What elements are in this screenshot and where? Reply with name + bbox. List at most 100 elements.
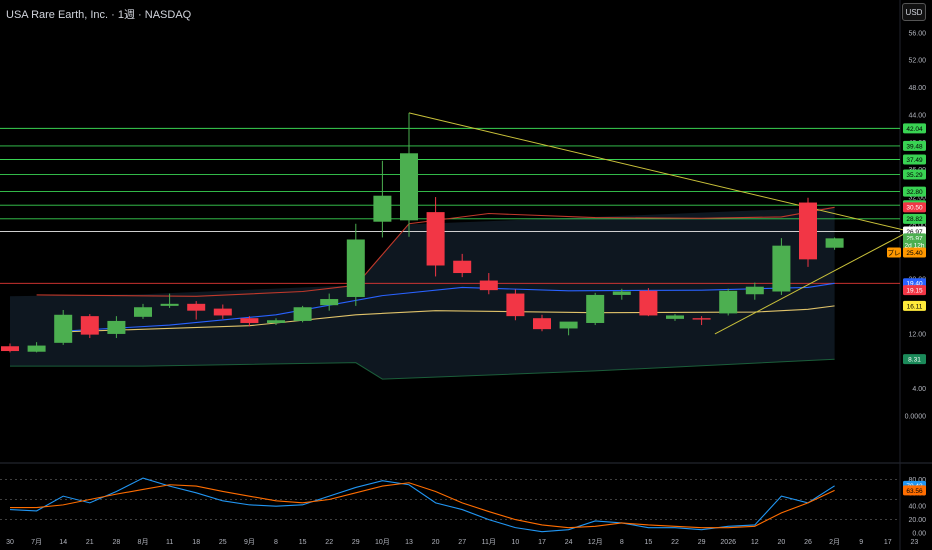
time-tick-label: 15	[645, 539, 653, 546]
candle-body	[320, 299, 339, 306]
candle	[799, 197, 817, 267]
time-tick-label: 30	[6, 539, 14, 546]
candle	[719, 288, 738, 316]
osc-tick-label: 20.00	[908, 517, 926, 524]
osc-tag-label: 63.56	[906, 488, 923, 495]
osc-tag: 63.56	[903, 485, 926, 496]
price-tag: 25.40	[903, 247, 926, 258]
osc-tick-label: 0.00	[912, 531, 926, 538]
candle-body	[559, 321, 578, 329]
candle-body	[27, 345, 46, 352]
time-tick-label: 2月	[829, 538, 840, 546]
time-tick-label: 22	[325, 539, 333, 546]
candle	[426, 197, 445, 277]
price-tick-label: 44.00	[908, 112, 926, 119]
chart-canvas[interactable]: 56.0052.0048.0044.0040.0036.0032.0028.00…	[0, 0, 932, 550]
price-tick-label: 52.00	[908, 58, 926, 65]
time-tick-label: 29	[698, 539, 706, 546]
candle	[54, 309, 73, 345]
price-tag: 39.48	[903, 140, 926, 151]
time-tick-label: 9月	[244, 538, 255, 546]
band-fill	[10, 207, 835, 380]
osc-blue-line	[9, 477, 835, 533]
time-tick-label: 20	[432, 539, 440, 546]
price-tag-label: 32.80	[906, 189, 923, 196]
candle-body	[293, 307, 312, 321]
price-tag: 28.82	[903, 213, 926, 224]
candle-body	[639, 290, 658, 316]
time-tick-label: 21	[86, 539, 94, 546]
trendline-upper	[408, 112, 910, 232]
candle	[506, 289, 525, 321]
price-tag: 35.29	[903, 169, 926, 180]
candle-body	[825, 238, 844, 248]
price-tag-label: 16.11	[907, 303, 923, 310]
candle	[346, 223, 365, 306]
price-tag-label: 42.04	[906, 126, 923, 133]
price-tag-label: 30.50	[906, 205, 923, 212]
price-tick-label: 12.00	[908, 331, 926, 338]
price-tag: 16.11	[903, 300, 926, 311]
price-tag-label: 8.31	[908, 357, 921, 364]
price-tag: 30.50	[903, 202, 926, 213]
candle-body	[267, 320, 285, 323]
candle-body	[745, 286, 764, 295]
osc-tick-label: 40.00	[908, 504, 926, 511]
time-tick-label: 18	[192, 539, 200, 546]
price-tag: 32.80	[903, 186, 926, 197]
price-tag: 42.04	[903, 123, 926, 134]
candle-body	[160, 303, 179, 306]
pre-tag-label: プレ	[888, 249, 901, 257]
time-tick-label: 15	[299, 539, 307, 546]
candle-body	[1, 346, 19, 352]
price-tag: 37.49	[903, 154, 926, 165]
time-tick-label: 20	[778, 539, 786, 546]
price-tag-label: 35.29	[906, 172, 923, 179]
time-tick-label: 2026	[720, 539, 736, 546]
time-tick-label: 12	[751, 539, 759, 546]
candle	[373, 160, 392, 238]
price-tick-label: 4.00	[912, 386, 926, 393]
time-tick-label: 25	[219, 539, 227, 546]
candle-body	[187, 303, 206, 311]
candle-body	[426, 212, 445, 266]
time-tick-label: 10	[512, 539, 520, 546]
time-tick-label: 7月	[31, 538, 42, 546]
price-tag-label: 28.82	[906, 216, 923, 223]
time-tick-label: 9	[859, 539, 863, 546]
time-tick-label: 17	[538, 539, 546, 546]
price-tag: 8.31	[903, 354, 926, 365]
price-tag-label: 19.15	[906, 288, 923, 295]
candle	[586, 292, 605, 326]
time-tick-label: 27	[458, 539, 466, 546]
candle-body	[134, 307, 152, 317]
candle-body	[612, 291, 631, 295]
candle-body	[533, 318, 551, 330]
candle-body	[799, 202, 817, 260]
time-tick-label: 8	[274, 539, 278, 546]
price-tag-label: 25.40	[906, 250, 923, 257]
candle-body	[506, 293, 525, 317]
price-tag-label: 39.48	[906, 143, 923, 150]
candle-body	[373, 195, 392, 222]
time-tick-label: 29	[352, 539, 360, 546]
price-tick-label: 0.0000	[905, 414, 927, 421]
candle-body	[213, 308, 232, 316]
time-tick-label: 17	[884, 539, 892, 546]
price-tick-label: 48.00	[908, 85, 926, 92]
candle	[293, 305, 312, 323]
candle-body	[772, 245, 791, 292]
time-tick-label: 10月	[375, 538, 390, 546]
candle-body	[453, 260, 472, 274]
time-tick-label: 8月	[138, 538, 149, 546]
candle	[80, 314, 99, 339]
time-tick-label: 24	[565, 539, 573, 546]
candle	[772, 238, 791, 295]
candle-body	[54, 314, 73, 343]
currency-button[interactable]: USD	[902, 3, 926, 21]
candle-body	[240, 318, 259, 323]
candle-body	[346, 239, 365, 297]
price-tick-label: 56.00	[908, 30, 926, 37]
candle	[639, 288, 658, 317]
candle-body	[80, 316, 99, 335]
